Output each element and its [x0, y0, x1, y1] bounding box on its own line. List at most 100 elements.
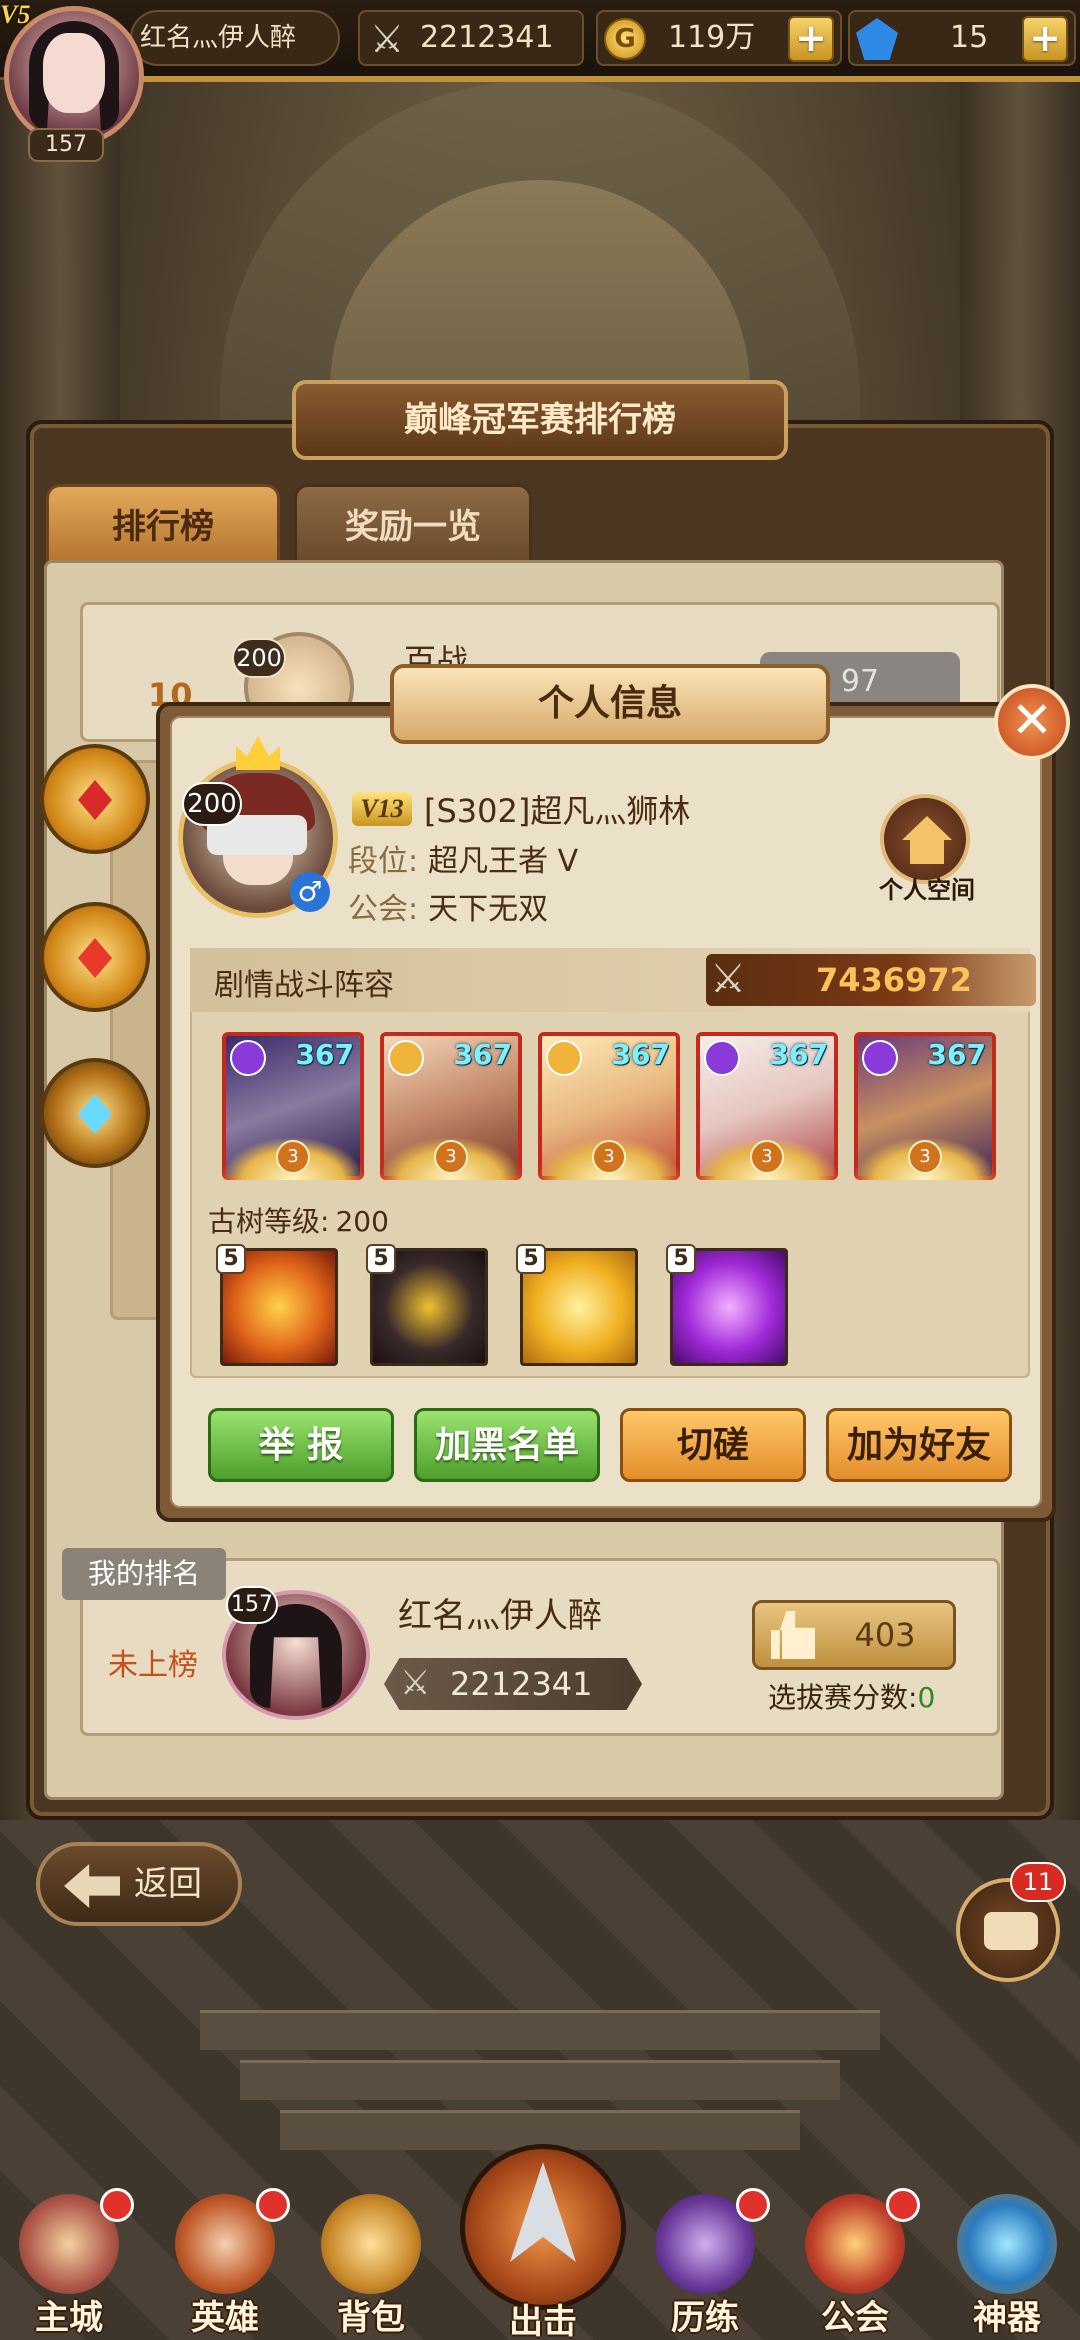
selection-score: 选拔赛分数:0: [768, 1676, 935, 1716]
house-icon: [902, 816, 952, 840]
sun-element-icon: [388, 1040, 424, 1076]
back-arrow-icon: [64, 1864, 120, 1908]
sun-element-icon: [546, 1040, 582, 1076]
hero-star-badge: 3: [434, 1140, 468, 1174]
champion-medal-icon[interactable]: [30, 892, 160, 1042]
tab-rewards[interactable]: 奖励一览: [294, 484, 532, 564]
background-stair: [240, 2060, 840, 2100]
add-gem-button[interactable]: +: [1022, 16, 1068, 62]
nav-main-city[interactable]: 主城: [4, 2188, 134, 2338]
moon-element-icon: [862, 1040, 898, 1076]
hero-star-badge: 3: [276, 1140, 310, 1174]
back-label: 返回: [134, 1864, 202, 1904]
chat-unread-badge: 11: [1010, 1862, 1066, 1902]
rank-level-badge: 200: [232, 638, 286, 678]
back-button[interactable]: 返回: [36, 1842, 242, 1926]
combat-power-pill: ⚔ 2212341: [358, 10, 584, 66]
gold-coin-icon: G: [604, 18, 646, 60]
lineup-title: 剧情战斗阵容: [214, 968, 394, 1003]
combat-power-value: 2212341: [420, 20, 554, 55]
notification-dot: [100, 2188, 134, 2222]
notification-dot: [736, 2188, 770, 2222]
hero-star-badge: 3: [750, 1140, 784, 1174]
nav-heroes[interactable]: 英雄: [160, 2188, 290, 2338]
king-medal-icon[interactable]: [30, 1048, 160, 1198]
lineup-power-bar: ⚔ 7436972: [706, 954, 1036, 1006]
tab-leaderboard[interactable]: 排行榜: [46, 484, 280, 564]
hero-level: 367: [611, 1038, 670, 1071]
hero-star-badge: 3: [592, 1140, 626, 1174]
avatar-face: [43, 33, 105, 113]
nav-label: 英雄: [191, 2298, 259, 2338]
gold-value: 119万: [668, 20, 756, 55]
moon-element-icon: [704, 1040, 740, 1076]
blacklist-button[interactable]: 加黑名单: [414, 1408, 600, 1482]
ancient-tree-level: 古树等级: 200: [208, 1200, 389, 1240]
my-power-value: 2212341: [450, 1665, 593, 1703]
notification-dot: [886, 2188, 920, 2222]
my-power-plate: ⚔ 2212341: [384, 1658, 642, 1710]
add-friend-button[interactable]: 加为好友: [826, 1408, 1012, 1482]
rank-tier-label: 段位:: [348, 844, 419, 879]
artifact-crystal-icon: [957, 2194, 1057, 2294]
like-button[interactable]: 403: [752, 1600, 956, 1670]
ancient-tree-value: 200: [335, 1205, 389, 1238]
nav-label: 公会: [821, 2298, 889, 2338]
hero-level: 367: [295, 1038, 354, 1071]
gold-pill: G 119万 +: [596, 10, 842, 66]
selection-score-value: 0: [917, 1681, 936, 1714]
rank-tier-value: 超凡王者 V: [428, 844, 579, 879]
report-button[interactable]: 举 报: [208, 1408, 394, 1482]
viewed-player-name: [S302]超凡灬狮林: [424, 792, 691, 830]
nav-label: 出击: [509, 2302, 577, 2340]
crossed-swords-icon: ⚔: [369, 17, 405, 61]
notification-dot: [256, 2188, 290, 2222]
house-icon-wall: [910, 838, 944, 864]
personal-space-label: 个人空间: [879, 876, 975, 904]
guild-info: 公会: 天下无双: [348, 884, 548, 928]
top-bar-strip: [130, 76, 1080, 82]
nav-attack[interactable]: 出击: [460, 2144, 626, 2340]
nav-label: 历练: [671, 2298, 739, 2338]
player-level: 157: [28, 128, 104, 162]
hero-level: 367: [927, 1038, 986, 1071]
skill-level-badge: 5: [366, 1244, 396, 1274]
nav-artifact[interactable]: 神器: [942, 2194, 1072, 2338]
blue-gem-icon: [856, 18, 898, 60]
my-level-badge: 157: [226, 1586, 278, 1624]
ancient-tree-label: 古树等级:: [208, 1205, 330, 1238]
my-rank-status: 未上榜: [108, 1648, 198, 1683]
thumbs-up-icon: [771, 1611, 815, 1659]
vip-badge: V5: [0, 0, 31, 29]
guild-label: 公会:: [348, 892, 419, 927]
nav-bag[interactable]: 背包: [306, 2194, 436, 2338]
skill-level-badge: 5: [666, 1244, 696, 1274]
chat-bubble-icon: [984, 1912, 1038, 1950]
add-gold-button[interactable]: +: [788, 16, 834, 62]
my-player-name: 红名灬伊人醉: [398, 1596, 602, 1636]
gold-rank-medal-icon[interactable]: [30, 734, 160, 884]
close-icon[interactable]: ✕: [994, 684, 1070, 760]
nav-label: 背包: [337, 2298, 405, 2338]
lineup-power-value: 7436972: [816, 961, 972, 999]
hero-star-badge: 3: [908, 1140, 942, 1174]
background-stair: [200, 2010, 880, 2050]
backpack-icon: [321, 2194, 421, 2294]
rank-tier: 段位: 超凡王者 V: [348, 836, 578, 880]
gem-value: 15: [950, 20, 989, 55]
guild-value: 天下无双: [428, 892, 549, 927]
nav-label: 神器: [973, 2298, 1041, 2338]
my-rank-tag: 我的排名: [62, 1548, 226, 1600]
nav-label: 主城: [35, 2298, 103, 2338]
crossed-swords-icon: ⚔: [400, 1663, 431, 1703]
skill-level-badge: 5: [216, 1244, 246, 1274]
duel-button[interactable]: 切磋: [620, 1408, 806, 1482]
player-name-pill: 红名灬伊人醉: [130, 10, 340, 66]
male-gender-icon: ♂: [290, 872, 330, 912]
crossed-swords-icon: ⚔: [710, 956, 746, 1002]
nav-guild[interactable]: 公会: [790, 2188, 920, 2338]
like-count: 403: [854, 1616, 916, 1654]
nav-trials[interactable]: 历练: [640, 2188, 770, 2338]
player-name: 红名灬伊人醉: [140, 23, 297, 53]
panel-title: 巅峰冠军赛排行榜: [292, 380, 788, 460]
